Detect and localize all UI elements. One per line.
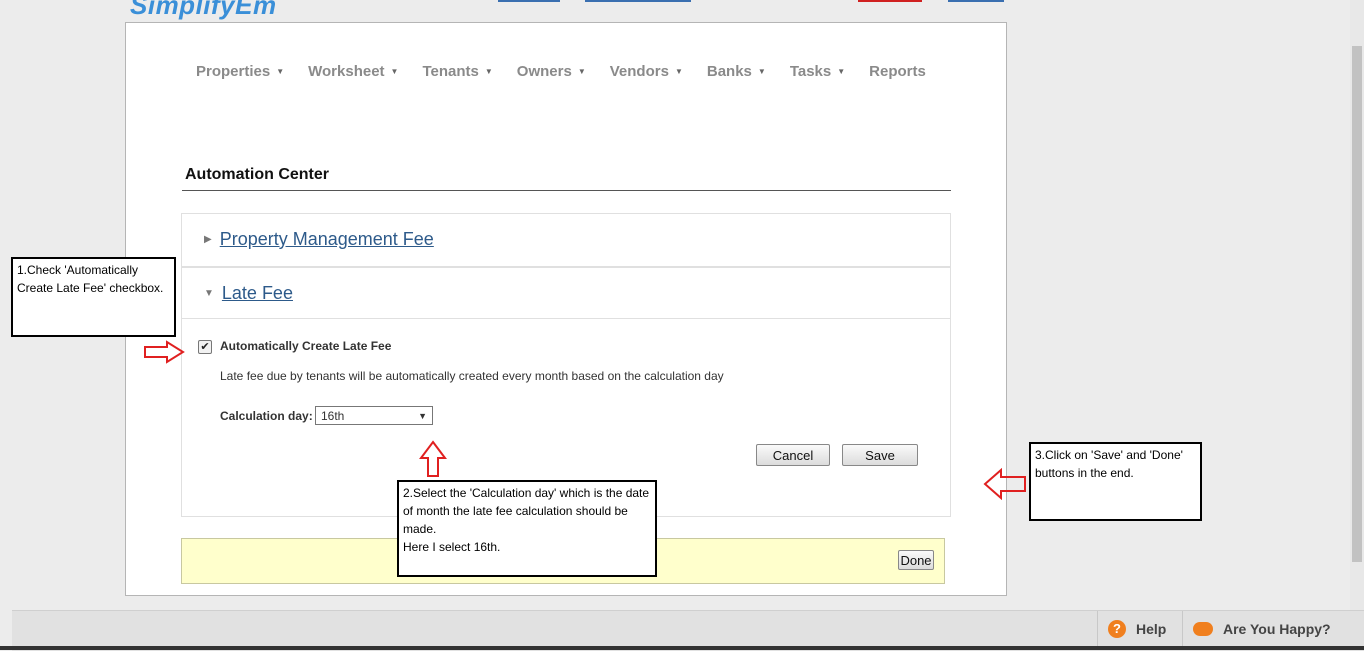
- chevron-down-icon: ▼: [674, 67, 683, 76]
- save-button[interactable]: Save: [842, 444, 918, 466]
- late-fee-description: Late fee due by tenants will be automati…: [220, 369, 724, 383]
- arrow-left-icon: [983, 468, 1026, 500]
- section-header-pm-fee[interactable]: ▶ Property Management Fee: [182, 214, 950, 264]
- nav-reports[interactable]: Reports: [869, 63, 926, 80]
- nav-label: Vendors: [609, 63, 669, 80]
- top-link-2[interactable]: [585, 0, 691, 2]
- nav-label: Tenants: [422, 63, 479, 80]
- footer-bar: ? Help Are You Happy?: [12, 610, 1364, 651]
- nav-label: Properties: [196, 63, 271, 80]
- nav-label: Banks: [706, 63, 752, 80]
- nav-label: Reports: [869, 63, 926, 80]
- nav-label: Tasks: [789, 63, 832, 80]
- triangle-right-icon: ▶: [204, 233, 212, 245]
- nav-label: Owners: [516, 63, 572, 80]
- calculation-day-label: Calculation day:: [220, 409, 313, 423]
- pm-fee-link[interactable]: Property Management Fee: [220, 229, 434, 250]
- window-bottom-strip: [0, 646, 1364, 650]
- nav-tenants[interactable]: Tenants ▼: [422, 63, 492, 80]
- chat-bubble-icon: [1193, 622, 1213, 636]
- chevron-down-icon: ▼: [390, 67, 399, 76]
- nav-label: Worksheet: [308, 63, 385, 80]
- section-property-management-fee: ▶ Property Management Fee: [181, 213, 951, 267]
- callout-step-2-note: Here I select 16th.: [403, 540, 501, 554]
- nav-owners[interactable]: Owners ▼: [517, 63, 586, 80]
- arrow-up-icon: [419, 440, 447, 477]
- scrollbar-thumb[interactable]: [1352, 46, 1362, 562]
- chevron-down-icon: ▼: [577, 67, 586, 76]
- help-button[interactable]: ? Help: [1097, 611, 1183, 647]
- are-you-happy-button[interactable]: Are You Happy?: [1182, 611, 1363, 647]
- app-logo[interactable]: SimplifyEm: [130, 0, 277, 21]
- auto-late-fee-checkbox[interactable]: ✔: [198, 340, 212, 354]
- done-button[interactable]: Done: [898, 550, 934, 570]
- nav-banks[interactable]: Banks ▼: [707, 63, 766, 80]
- late-fee-link[interactable]: Late Fee: [222, 283, 293, 304]
- callout-step-3: 3.Click on 'Save' and 'Done' buttons in …: [1029, 442, 1202, 521]
- callout-step-2: 2.Select the 'Calculation day' which is …: [397, 480, 657, 577]
- nav-worksheet[interactable]: Worksheet ▼: [308, 63, 398, 80]
- chevron-down-icon: ▼: [484, 67, 493, 76]
- cancel-button[interactable]: Cancel: [756, 444, 830, 466]
- top-link-4[interactable]: [948, 0, 1004, 2]
- callout-step-2-text: 2.Select the 'Calculation day' which is …: [403, 486, 650, 536]
- help-icon: ?: [1108, 620, 1126, 638]
- calculation-day-select[interactable]: 16th ▼: [315, 406, 433, 425]
- page-scrollbar[interactable]: [1350, 0, 1364, 610]
- calculation-day-value: 16th: [321, 408, 345, 423]
- callout-step-1: 1.Check 'Automatically Create Late Fee' …: [11, 257, 176, 337]
- chevron-down-icon: ▼: [418, 410, 427, 421]
- nav-properties[interactable]: Properties ▼: [196, 63, 284, 80]
- are-you-happy-label: Are You Happy?: [1223, 621, 1331, 637]
- chevron-down-icon: ▼: [837, 67, 846, 76]
- auto-late-fee-label: Automatically Create Late Fee: [220, 339, 392, 353]
- nav-vendors[interactable]: Vendors ▼: [610, 63, 683, 80]
- top-link-1[interactable]: [498, 0, 560, 2]
- section-header-late-fee[interactable]: ▼ Late Fee: [182, 268, 950, 319]
- triangle-down-icon: ▼: [204, 287, 214, 299]
- nav-tasks[interactable]: Tasks ▼: [790, 63, 845, 80]
- title-divider: [182, 190, 951, 191]
- main-nav: Properties ▼ Worksheet ▼ Tenants ▼ Owners ▼ …: [196, 63, 950, 80]
- help-label: Help: [1136, 621, 1167, 637]
- arrow-right-icon: [144, 340, 185, 364]
- top-link-3[interactable]: [858, 0, 922, 2]
- chevron-down-icon: ▼: [757, 67, 766, 76]
- chevron-down-icon: ▼: [276, 67, 285, 76]
- page-title: Automation Center: [185, 166, 329, 183]
